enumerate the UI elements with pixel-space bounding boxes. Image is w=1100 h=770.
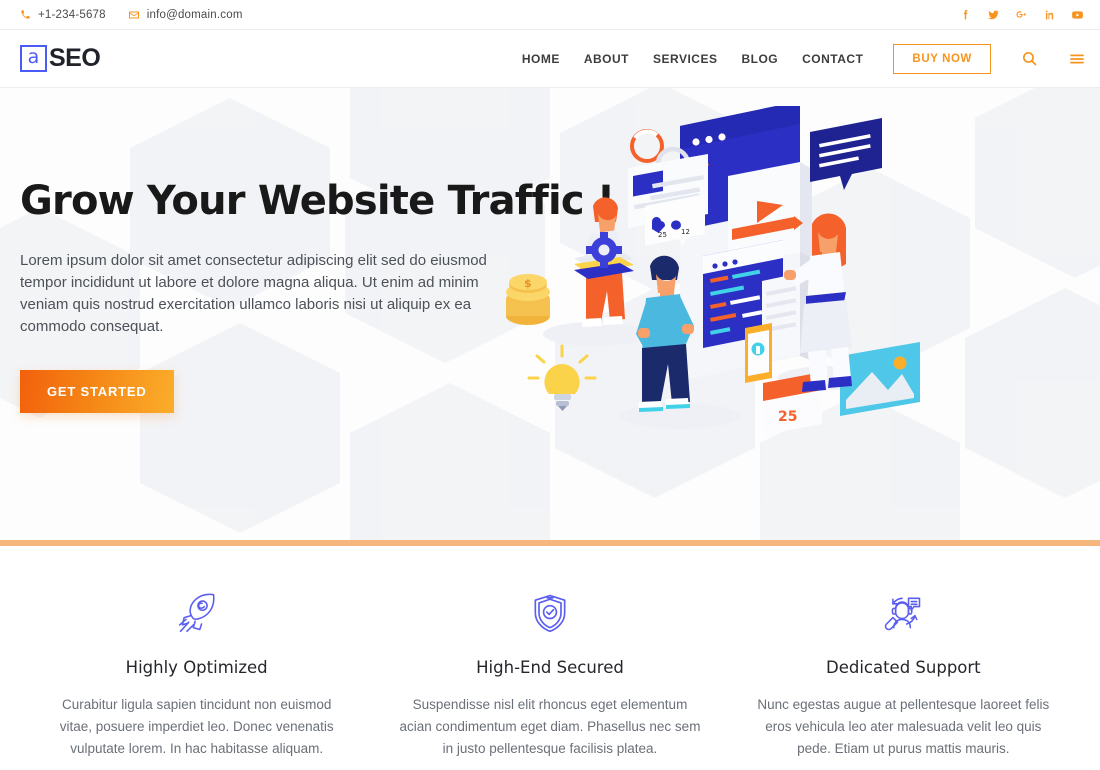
svg-text:25: 25 <box>778 409 797 425</box>
feature-text: Curabitur ligula sapien tincidunt non eu… <box>59 697 334 756</box>
facebook-icon[interactable] <box>959 8 972 21</box>
social-links <box>959 8 1084 21</box>
svg-text:12: 12 <box>681 228 690 236</box>
support-agent-icon <box>753 586 1054 640</box>
buy-now-button[interactable]: BUY NOW <box>893 43 991 74</box>
feature-text: Suspendisse nisl elit rhoncus eget eleme… <box>399 697 701 756</box>
feature-title: Highly Optimized <box>125 658 268 677</box>
features-section: Highly Optimized Curabitur ligula sapien… <box>0 546 1100 760</box>
get-started-button[interactable]: GET STARTED <box>20 370 174 414</box>
email-address: info@domain.com <box>146 8 243 21</box>
nav-item-blog[interactable]: BLOG <box>741 52 778 66</box>
coins: $ <box>506 274 550 325</box>
nav-item-home[interactable]: HOME <box>522 52 560 66</box>
feature-text: Nunc egestas augue at pellentesque laore… <box>757 697 1050 756</box>
top-contact-bar: +1-234-5678 info@domain.com <box>0 0 1100 30</box>
phone-number: +1-234-5678 <box>38 8 106 21</box>
feature-card-high-end-secured: High-End Secured Suspendisse nisl elit r… <box>373 586 726 760</box>
phone-icon <box>20 9 31 20</box>
hero-illustration-area: 25 12 25 $ <box>506 88 1100 540</box>
svg-text:$: $ <box>524 277 532 290</box>
hero-text-block: Grow Your Website Traffic ! Lorem ipsum … <box>20 88 615 540</box>
logo-text: SEO <box>49 44 101 72</box>
feature-card-highly-optimized: Highly Optimized Curabitur ligula sapien… <box>20 586 373 760</box>
search-icon[interactable] <box>1021 50 1038 67</box>
site-logo[interactable]: a SEO <box>20 44 101 73</box>
linkedin-icon[interactable] <box>1043 8 1056 21</box>
phone-contact[interactable]: +1-234-5678 <box>20 9 106 21</box>
site-header: a SEO HOME ABOUT SERVICES BLOG CONTACT B… <box>0 30 1100 88</box>
google-plus-icon[interactable] <box>1015 8 1028 21</box>
twitter-icon[interactable] <box>987 8 1000 21</box>
nav-item-services[interactable]: SERVICES <box>653 52 717 66</box>
nav-item-about[interactable]: ABOUT <box>584 52 629 66</box>
feature-card-dedicated-support: Dedicated Support Nunc egestas augue at … <box>727 586 1080 760</box>
hero-title: Grow Your Website Traffic ! <box>20 178 615 224</box>
nav-item-contact[interactable]: CONTACT <box>802 52 863 66</box>
isometric-seo-team-illustration: 25 12 25 $ <box>506 106 920 435</box>
person-left <box>574 197 634 327</box>
feature-title: Dedicated Support <box>825 658 981 677</box>
svg-text:25: 25 <box>658 231 667 239</box>
hero-description: Lorem ipsum dolor sit amet consectetur a… <box>20 252 487 336</box>
youtube-icon[interactable] <box>1071 8 1084 21</box>
hero-section: Grow Your Website Traffic ! Lorem ipsum … <box>0 88 1100 540</box>
envelope-icon <box>128 9 140 21</box>
main-navigation: HOME ABOUT SERVICES BLOG CONTACT BUY NOW <box>522 43 1086 74</box>
feature-title: High-End Secured <box>476 658 624 677</box>
logo-mark-icon: a <box>20 45 47 72</box>
email-contact[interactable]: info@domain.com <box>128 9 243 21</box>
rocket-icon <box>46 586 347 640</box>
hamburger-menu-icon[interactable] <box>1068 51 1086 67</box>
topbar-contact-group: +1-234-5678 info@domain.com <box>20 9 243 21</box>
shield-check-icon <box>399 586 700 640</box>
